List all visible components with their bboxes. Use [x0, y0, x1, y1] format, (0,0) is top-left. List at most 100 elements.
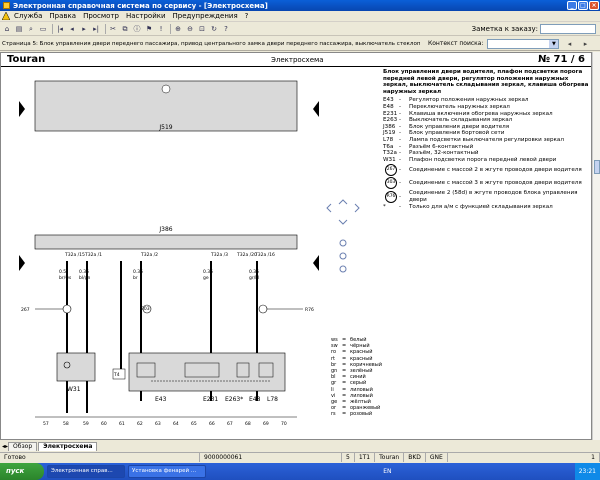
- legend-item: E48- Переключатель наружных зеркал: [383, 103, 510, 110]
- module-icon: [161, 84, 171, 94]
- menu-help[interactable]: ?: [245, 12, 249, 20]
- search-context-label: Контекст поиска:: [428, 40, 484, 47]
- breadcrumb-text: Страница 5: Блок управления двери передн…: [2, 40, 420, 47]
- back-arrow-icon[interactable]: ◂: [563, 39, 575, 49]
- pin-label: T32a /16: [254, 252, 275, 258]
- bookmark-icon[interactable]: ⚑: [144, 24, 154, 34]
- legend-item: E43- Регулятор положения наружных зеркал: [383, 97, 529, 104]
- prev-page-icon[interactable]: ◂: [67, 24, 77, 34]
- start-button[interactable]: пуск: [0, 463, 44, 480]
- legend-item: T32a - Разъём, 32-контактный: [383, 150, 479, 157]
- taskbar-item[interactable]: Электронная справ...: [47, 465, 125, 478]
- fit-icon[interactable]: ⊡: [197, 24, 207, 34]
- refresh-icon[interactable]: ↻: [209, 24, 219, 34]
- menu-settings[interactable]: Настройки: [126, 12, 166, 20]
- page-right-arrow-lower-icon[interactable]: [313, 255, 319, 271]
- menu-warnings[interactable]: Предупреждения: [173, 12, 238, 20]
- svg-text:67: 67: [227, 421, 233, 427]
- legend-ground-item: 303- Соединение с массой 3 в жгуте провод…: [383, 177, 589, 190]
- e231-label: E231: [203, 396, 218, 403]
- status-cell: GNE: [426, 453, 448, 462]
- next-page-icon[interactable]: ▸: [79, 24, 89, 34]
- wire-color: bl/gn: [79, 275, 90, 281]
- warning-icon: [2, 12, 10, 20]
- order-note-label: Заметка к заказу:: [471, 24, 538, 33]
- page-left-arrow-icon[interactable]: [19, 101, 25, 117]
- zoom-out-icon[interactable]: ⊖: [185, 24, 195, 34]
- cut-icon[interactable]: ✂: [108, 24, 118, 34]
- taskbar-item[interactable]: Установка фенарей ...: [128, 465, 206, 478]
- legend-item: J519- Блок управления бортовой сети: [383, 130, 505, 137]
- svg-text:66: 66: [209, 421, 215, 427]
- language-indicator[interactable]: EN: [383, 468, 391, 475]
- menu-view[interactable]: Просмотр: [83, 12, 119, 20]
- page-left-arrow-lower-icon[interactable]: [19, 255, 25, 271]
- search-context-select[interactable]: ▼: [487, 38, 560, 49]
- first-page-icon[interactable]: |◂: [55, 24, 65, 34]
- component-legend: Блок управления двери водителя, плафон п…: [383, 69, 589, 210]
- close-button[interactable]: ×: [589, 1, 599, 10]
- page-right-arrow-icon[interactable]: [313, 101, 319, 117]
- attention-icon[interactable]: !: [156, 24, 166, 34]
- e43-label: E43: [155, 396, 167, 403]
- info-icon[interactable]: ⓘ: [132, 24, 142, 34]
- e48-label: E48: [249, 396, 261, 403]
- scroll-thumb[interactable]: [594, 160, 600, 174]
- chevron-down-icon: ▼: [549, 39, 559, 48]
- order-note-input[interactable]: [540, 23, 596, 34]
- wire-color: gr/bl: [249, 275, 259, 281]
- home-icon[interactable]: ⌂: [2, 24, 12, 34]
- forward-arrow-icon[interactable]: ▸: [579, 39, 591, 49]
- folder-icon[interactable]: ▭: [38, 24, 48, 34]
- status-page: 1: [587, 453, 600, 462]
- legend-ground-item: 267- Соединение с массой 2 в жгуте провод…: [383, 164, 589, 177]
- clock: 23:21: [578, 468, 596, 475]
- toolbar: ⌂ ▤ ⌕ ▭ |◂ ◂ ▸ ▸| ✂ ⧉ ⓘ ⚑ ! ⊕ ⊖ ⊡ ↻ ? За…: [0, 22, 600, 36]
- e263-label: E263*: [225, 396, 243, 403]
- app-icon: [3, 2, 10, 9]
- tab-overview[interactable]: Обзор: [8, 441, 38, 451]
- minimize-button[interactable]: _: [567, 1, 577, 10]
- svg-text:59: 59: [83, 421, 89, 427]
- maximize-button[interactable]: □: [578, 1, 588, 10]
- wire-color: br: [133, 275, 138, 281]
- zoom-in-icon[interactable]: ⊕: [173, 24, 183, 34]
- last-page-icon[interactable]: ▸|: [91, 24, 101, 34]
- pin-label: T32a /1: [84, 252, 102, 258]
- status-bar: Готово 9000000061 5 1T1 Touran BKD GNE 1: [0, 452, 600, 462]
- svg-text:68: 68: [245, 421, 251, 427]
- t4-label: T4: [113, 372, 120, 378]
- wire-size: 0.5: [59, 269, 66, 275]
- title-bar: Электронная справочная система по сервис…: [0, 0, 600, 11]
- print-icon[interactable]: ▤: [14, 24, 24, 34]
- menu-service[interactable]: Служба: [14, 12, 42, 20]
- pin-label: T32a /20: [236, 252, 257, 258]
- svg-text:58: 58: [63, 421, 69, 427]
- status-cell: 5: [342, 453, 355, 462]
- wire-size: 0.35: [79, 269, 89, 275]
- tab-wiring-diagram[interactable]: Электросхема: [38, 441, 98, 451]
- pin-label: T32a /15: [64, 252, 85, 258]
- system-tray: 23:21: [574, 463, 600, 480]
- zoom-controls[interactable]: [339, 239, 347, 273]
- copy-icon[interactable]: ⧉: [120, 24, 130, 34]
- windows-taskbar: пуск Электронная справ... Установка фена…: [0, 463, 600, 480]
- help-icon[interactable]: ?: [221, 24, 231, 34]
- search-icon[interactable]: ⌕: [26, 24, 36, 34]
- menu-edit[interactable]: Правка: [49, 12, 76, 20]
- svg-text:62: 62: [137, 421, 143, 427]
- ground-left-label: 267: [21, 307, 30, 313]
- j386-block: [34, 234, 298, 250]
- pin-label: T32a /2: [140, 252, 158, 258]
- l78-label: L78: [267, 396, 278, 403]
- wire-size: 0.35: [249, 269, 259, 275]
- status-cell: BKD: [404, 453, 426, 462]
- vertical-scrollbar[interactable]: [592, 52, 600, 440]
- wire-size: 0.35: [133, 269, 143, 275]
- wire-color: ge: [203, 276, 209, 281]
- legend-note: * - Только для а/м с функцией складывания …: [383, 203, 553, 210]
- menu-bar: Служба Правка Просмотр Настройки Предупр…: [0, 11, 600, 22]
- ground-267: [62, 304, 72, 314]
- diagram-pan-control[interactable]: [326, 199, 360, 225]
- connector-r76: [258, 304, 268, 314]
